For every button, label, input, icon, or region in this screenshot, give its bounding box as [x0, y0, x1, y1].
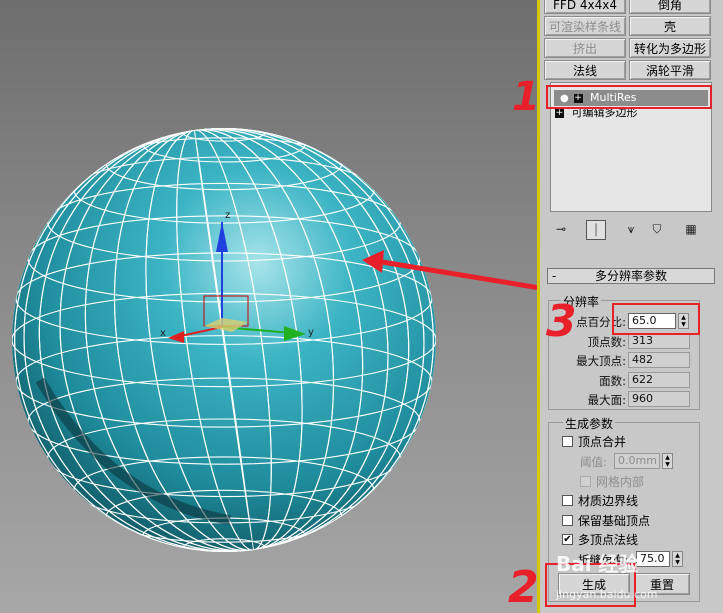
- mesh-inside-label: 网格内部: [596, 475, 645, 489]
- annotation-step-2: 2: [508, 562, 539, 613]
- plus-box-icon[interactable]: +: [555, 108, 564, 118]
- merge-vertices-label: 顶点合并: [578, 435, 627, 449]
- modifier-button-turbosmooth[interactable]: 涡轮平滑: [629, 60, 711, 80]
- annotation-box-percent: [612, 303, 700, 335]
- svg-text:y: y: [308, 327, 314, 338]
- mesh-inside-checkbox[interactable]: [580, 476, 591, 487]
- annotation-step-1: 1: [512, 74, 540, 120]
- material-boundary-checkbox[interactable]: [562, 495, 573, 506]
- rollout-multires-header[interactable]: - 多分辨率参数: [547, 268, 715, 284]
- crease-angle-input[interactable]: 75.0: [636, 551, 670, 567]
- watermark-brand: Bai 经验: [556, 552, 639, 576]
- multi-vertex-normals-label: 多顶点法线: [578, 533, 639, 547]
- viewport-scene: z x y: [0, 100, 537, 579]
- modifier-button-renderable-spline[interactable]: 可渲染样条线: [544, 16, 626, 36]
- modifier-button-extrude[interactable]: 挤出: [544, 38, 626, 58]
- threshold-label: 阈值:: [580, 455, 607, 469]
- show-end-result-icon[interactable]: ⏐: [586, 220, 606, 240]
- annotation-step-3: 3: [546, 296, 577, 347]
- material-boundary-label: 材质边界线: [578, 494, 639, 508]
- keep-base-vertices-label: 保留基础顶点: [578, 514, 651, 528]
- max-vertex-label: 最大顶点:: [576, 354, 626, 368]
- pin-stack-icon[interactable]: ⊸: [552, 220, 570, 238]
- modifier-button-chamfer[interactable]: 倒角: [629, 0, 711, 14]
- threshold-input[interactable]: 0.0mm: [614, 453, 660, 469]
- max-face-value: 960: [628, 391, 690, 407]
- keep-base-vertices-checkbox[interactable]: [562, 515, 573, 526]
- multi-vertex-normals-checkbox[interactable]: ✔: [562, 534, 573, 545]
- max-face-label: 最大面:: [587, 393, 626, 407]
- svg-text:x: x: [160, 328, 166, 339]
- modifier-button-normal[interactable]: 法线: [544, 60, 626, 80]
- watermark-url: jingyan.baidu.com: [556, 588, 658, 601]
- crease-angle-spinner[interactable]: ▲ ▼: [672, 551, 683, 567]
- remove-modifier-icon[interactable]: ⛉: [648, 220, 666, 238]
- rollout-title: 多分辨率参数: [594, 269, 667, 283]
- modifier-button-convert-to-poly[interactable]: 转化为多边形: [629, 38, 711, 58]
- vertex-count-value: 313: [628, 333, 690, 349]
- modifier-button-ffd[interactable]: FFD 4x4x4: [544, 0, 626, 14]
- max-vertex-value: 482: [628, 352, 690, 368]
- modifier-button-shell[interactable]: 壳: [629, 16, 711, 36]
- configure-sets-icon[interactable]: ▦: [682, 220, 700, 238]
- svg-text:z: z: [225, 210, 230, 221]
- face-count-label: 面数:: [599, 374, 626, 388]
- face-count-value: 622: [628, 372, 690, 388]
- 3d-viewport[interactable]: z x y: [0, 0, 537, 613]
- make-unique-icon[interactable]: ⩛: [622, 220, 640, 238]
- threshold-spinner[interactable]: ▲ ▼: [662, 453, 673, 469]
- annotation-box-multires: [546, 85, 712, 109]
- generation-group-title: 生成参数: [563, 415, 616, 432]
- collapse-icon[interactable]: -: [552, 269, 556, 283]
- sphere-mesh[interactable]: [0, 100, 464, 579]
- merge-vertices-checkbox[interactable]: [562, 436, 573, 447]
